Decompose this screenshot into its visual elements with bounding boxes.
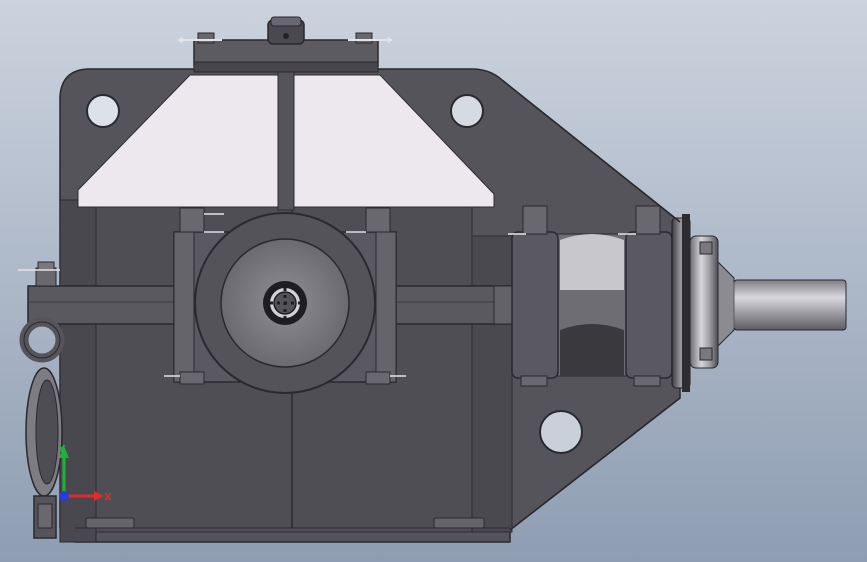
- cad-viewport[interactable]: Y X: [0, 0, 867, 562]
- spline-shaft-end: [263, 281, 307, 325]
- mounting-hole: [450, 94, 484, 128]
- gearbox-drawing: Y X: [0, 0, 867, 562]
- mounting-hole: [86, 94, 120, 128]
- mounting-hole: [539, 410, 583, 454]
- z-axis-origin: [59, 491, 69, 501]
- x-axis-label: X: [104, 492, 112, 503]
- y-axis-label: Y: [57, 444, 66, 455]
- output-flange[interactable]: [671, 214, 719, 392]
- input-bearing-housing[interactable]: [173, 212, 397, 394]
